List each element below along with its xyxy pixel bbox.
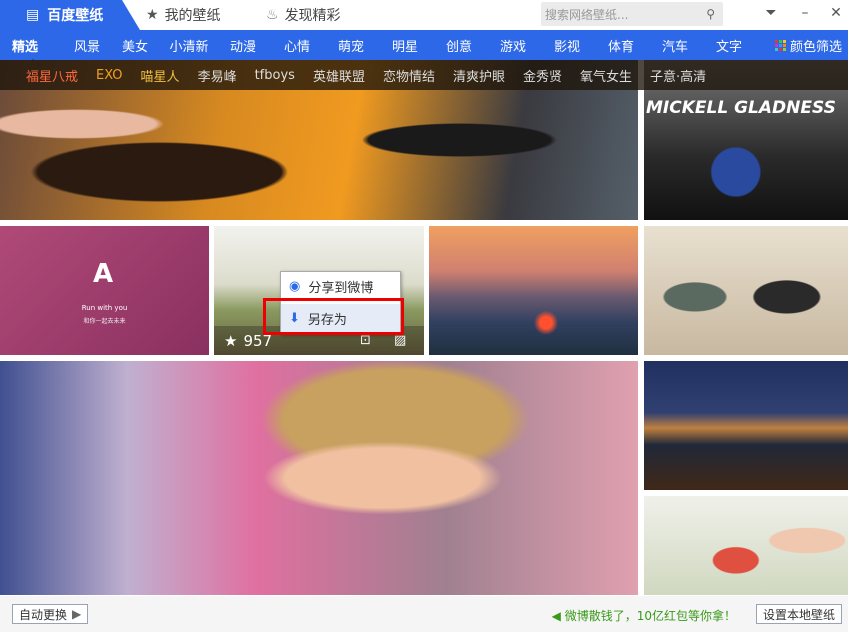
- tag[interactable]: 英雄联盟: [313, 66, 365, 85]
- minimize-icon[interactable]: –: [795, 5, 815, 25]
- wallpaper-tile-portrait[interactable]: [0, 361, 638, 595]
- nav-item[interactable]: 美女: [108, 36, 162, 55]
- nav-item[interactable]: 汽车: [648, 36, 702, 55]
- color-filter-button[interactable]: 颜色筛选: [774, 36, 842, 55]
- highlight-box: [263, 298, 404, 335]
- set-local-wallpaper-button[interactable]: 设置本地壁纸: [756, 604, 843, 624]
- tab-label: 发现精彩: [284, 8, 341, 24]
- flame-icon: ♨: [266, 7, 279, 23]
- wallpaper-tile-flowers[interactable]: [644, 496, 848, 595]
- auto-change-button[interactable]: 自动更换 ▶: [12, 604, 89, 624]
- menu-dropdown-icon[interactable]: ⏷: [761, 5, 781, 25]
- category-nav: 精选 风景 美女 小清新 动漫 心情 萌宠 明星 创意 游戏 影视 体育 汽车 …: [0, 30, 848, 64]
- nav-item[interactable]: 心情: [270, 36, 324, 55]
- speaker-icon: ◀: [551, 609, 561, 623]
- tab-discover[interactable]: ♨ 发现精彩: [266, 0, 341, 30]
- set-local-label: 设置本地壁纸: [763, 607, 836, 622]
- wallpaper-tile-city-night[interactable]: [644, 361, 848, 490]
- wallpaper-tile-lantern[interactable]: [429, 226, 638, 355]
- tag[interactable]: 李易峰: [198, 66, 237, 85]
- footer-bar: 自动更换 ▶ ◀ 微博散钱了，10亿红包等你拿！ 设置本地壁纸: [0, 596, 848, 632]
- nav-item[interactable]: 动漫: [216, 36, 270, 55]
- tab-my-wallpapers[interactable]: ★ 我的壁纸: [146, 0, 221, 30]
- promo-text: 微博散钱了，10亿红包等你拿！: [564, 609, 736, 623]
- app-logo-icon: ▤: [26, 7, 40, 23]
- nav-item[interactable]: 精选: [0, 36, 66, 64]
- wallpaper-tile-run-with-you[interactable]: A Run with you 和你一起去未来: [0, 226, 209, 355]
- tag[interactable]: 子意·高清: [650, 66, 706, 85]
- tag[interactable]: EXO: [96, 68, 123, 83]
- nav-item[interactable]: 明星: [378, 36, 432, 55]
- nav-item[interactable]: 小清新: [162, 36, 216, 55]
- card-title: Run with you: [81, 304, 128, 312]
- search-input[interactable]: 搜索网络壁纸... ⚲: [541, 2, 723, 26]
- card-logo-icon: A: [93, 259, 114, 289]
- app-tab[interactable]: ▤ 百度壁纸: [0, 0, 140, 30]
- color-filter-label: 颜色筛选: [789, 39, 842, 55]
- tag[interactable]: 清爽护眼: [453, 66, 505, 85]
- promo-link[interactable]: ◀ 微博散钱了，10亿红包等你拿！: [552, 607, 736, 624]
- wallpaper-tile-couple[interactable]: [644, 226, 848, 355]
- poster-text: MICKELL GLADNESS: [646, 98, 836, 118]
- close-icon[interactable]: ✕: [826, 5, 846, 25]
- nav-item[interactable]: 萌宠: [324, 36, 378, 55]
- play-icon: ▶: [72, 607, 82, 621]
- nav-item[interactable]: 影视: [540, 36, 594, 55]
- search-placeholder: 搜索网络壁纸...: [545, 7, 629, 22]
- nav-item[interactable]: 游戏: [486, 36, 540, 55]
- tag[interactable]: 恋物情结: [383, 66, 435, 85]
- nav-item[interactable]: 文字: [702, 36, 756, 55]
- tag[interactable]: 氧气女生: [580, 66, 632, 85]
- tab-label: 我的壁纸: [164, 8, 221, 24]
- menu-item-share-weibo[interactable]: ◉ 分享到微博: [281, 272, 400, 301]
- auto-change-label: 自动更换: [19, 607, 68, 622]
- tag[interactable]: 金秀贤: [523, 66, 562, 85]
- title-bar: ▤ 百度壁纸 ★ 我的壁纸 ♨ 发现精彩 搜索网络壁纸... ⚲ ⏷ – ✕: [0, 0, 848, 30]
- star-icon[interactable]: ★: [224, 332, 237, 350]
- card-subtitle: 和你一起去未来: [83, 318, 126, 325]
- star-icon: ★: [146, 7, 159, 23]
- weibo-icon: ◉: [289, 279, 301, 294]
- hot-tags-bar: 福星八戒 EXO 喵星人 李易峰 tfboys 英雄联盟 恋物情结 清爽护眼 金…: [0, 60, 848, 90]
- image-icon[interactable]: ▨: [394, 333, 406, 348]
- app-title: 百度壁纸: [47, 8, 104, 24]
- tag[interactable]: tfboys: [255, 68, 295, 83]
- nav-item[interactable]: 创意: [432, 36, 486, 55]
- lock-icon[interactable]: ⊡: [360, 333, 371, 348]
- nav-item[interactable]: 体育: [594, 36, 648, 55]
- tag[interactable]: 福星八戒: [26, 66, 78, 85]
- color-grid-icon: [774, 39, 786, 51]
- tag[interactable]: 喵星人: [141, 66, 180, 85]
- search-icon[interactable]: ⚲: [706, 7, 715, 21]
- nav-item[interactable]: 风景: [66, 36, 108, 55]
- menu-item-label: 分享到微博: [308, 281, 374, 296]
